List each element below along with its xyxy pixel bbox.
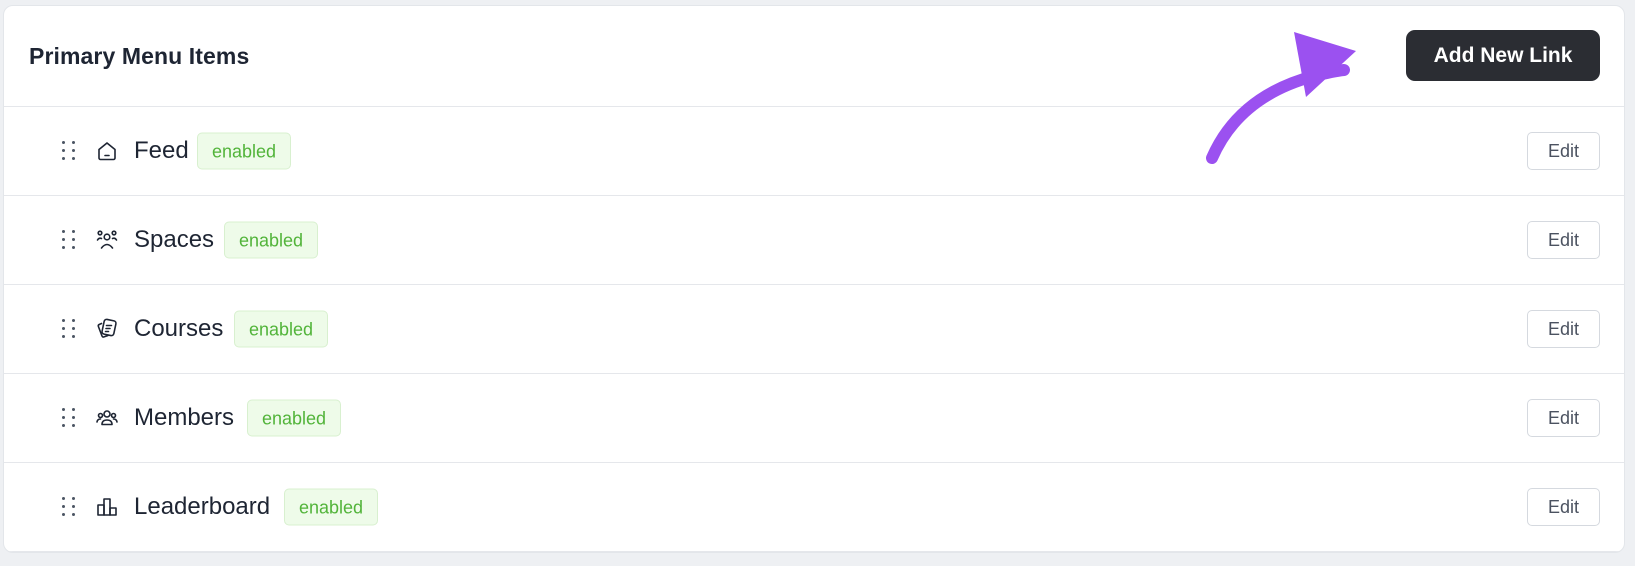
primary-menu-card: Primary Menu Items Add New Link Feed ena…	[3, 5, 1625, 553]
card-header: Primary Menu Items Add New Link	[4, 6, 1624, 107]
menu-item-label: Members	[134, 404, 235, 431]
home-icon	[95, 139, 119, 163]
courses-icon	[95, 317, 119, 341]
drag-handle-icon[interactable]	[62, 319, 76, 339]
menu-item-label: Spaces	[134, 226, 215, 253]
status-badge: enabled	[284, 488, 379, 526]
menu-item-feed: Feed enabled Edit	[4, 107, 1624, 196]
members-icon	[95, 406, 119, 430]
spaces-icon	[95, 228, 119, 252]
status-badge: enabled	[197, 132, 292, 170]
edit-button[interactable]: Edit	[1527, 132, 1600, 170]
status-badge: enabled	[247, 399, 342, 437]
edit-button[interactable]: Edit	[1527, 488, 1600, 526]
leaderboard-icon	[95, 495, 119, 519]
drag-handle-icon[interactable]	[62, 497, 76, 517]
drag-handle-icon[interactable]	[62, 408, 76, 428]
drag-handle-icon[interactable]	[62, 141, 76, 161]
status-badge: enabled	[224, 221, 319, 259]
edit-button[interactable]: Edit	[1527, 399, 1600, 437]
status-badge: enabled	[234, 310, 329, 348]
edit-button[interactable]: Edit	[1527, 310, 1600, 348]
menu-item-courses: Courses enabled Edit	[4, 285, 1624, 374]
menu-item-label: Feed	[134, 137, 189, 164]
edit-button[interactable]: Edit	[1527, 221, 1600, 259]
menu-item-members: Members enabled Edit	[4, 374, 1624, 463]
menu-item-label: Courses	[134, 315, 224, 342]
drag-handle-icon[interactable]	[62, 230, 76, 250]
menu-item-leaderboard: Leaderboard enabled Edit	[4, 463, 1624, 552]
menu-item-spaces: Spaces enabled Edit	[4, 196, 1624, 285]
menu-item-label: Leaderboard	[134, 493, 271, 520]
page-title: Primary Menu Items	[29, 43, 250, 69]
add-new-link-button[interactable]: Add New Link	[1406, 30, 1600, 81]
